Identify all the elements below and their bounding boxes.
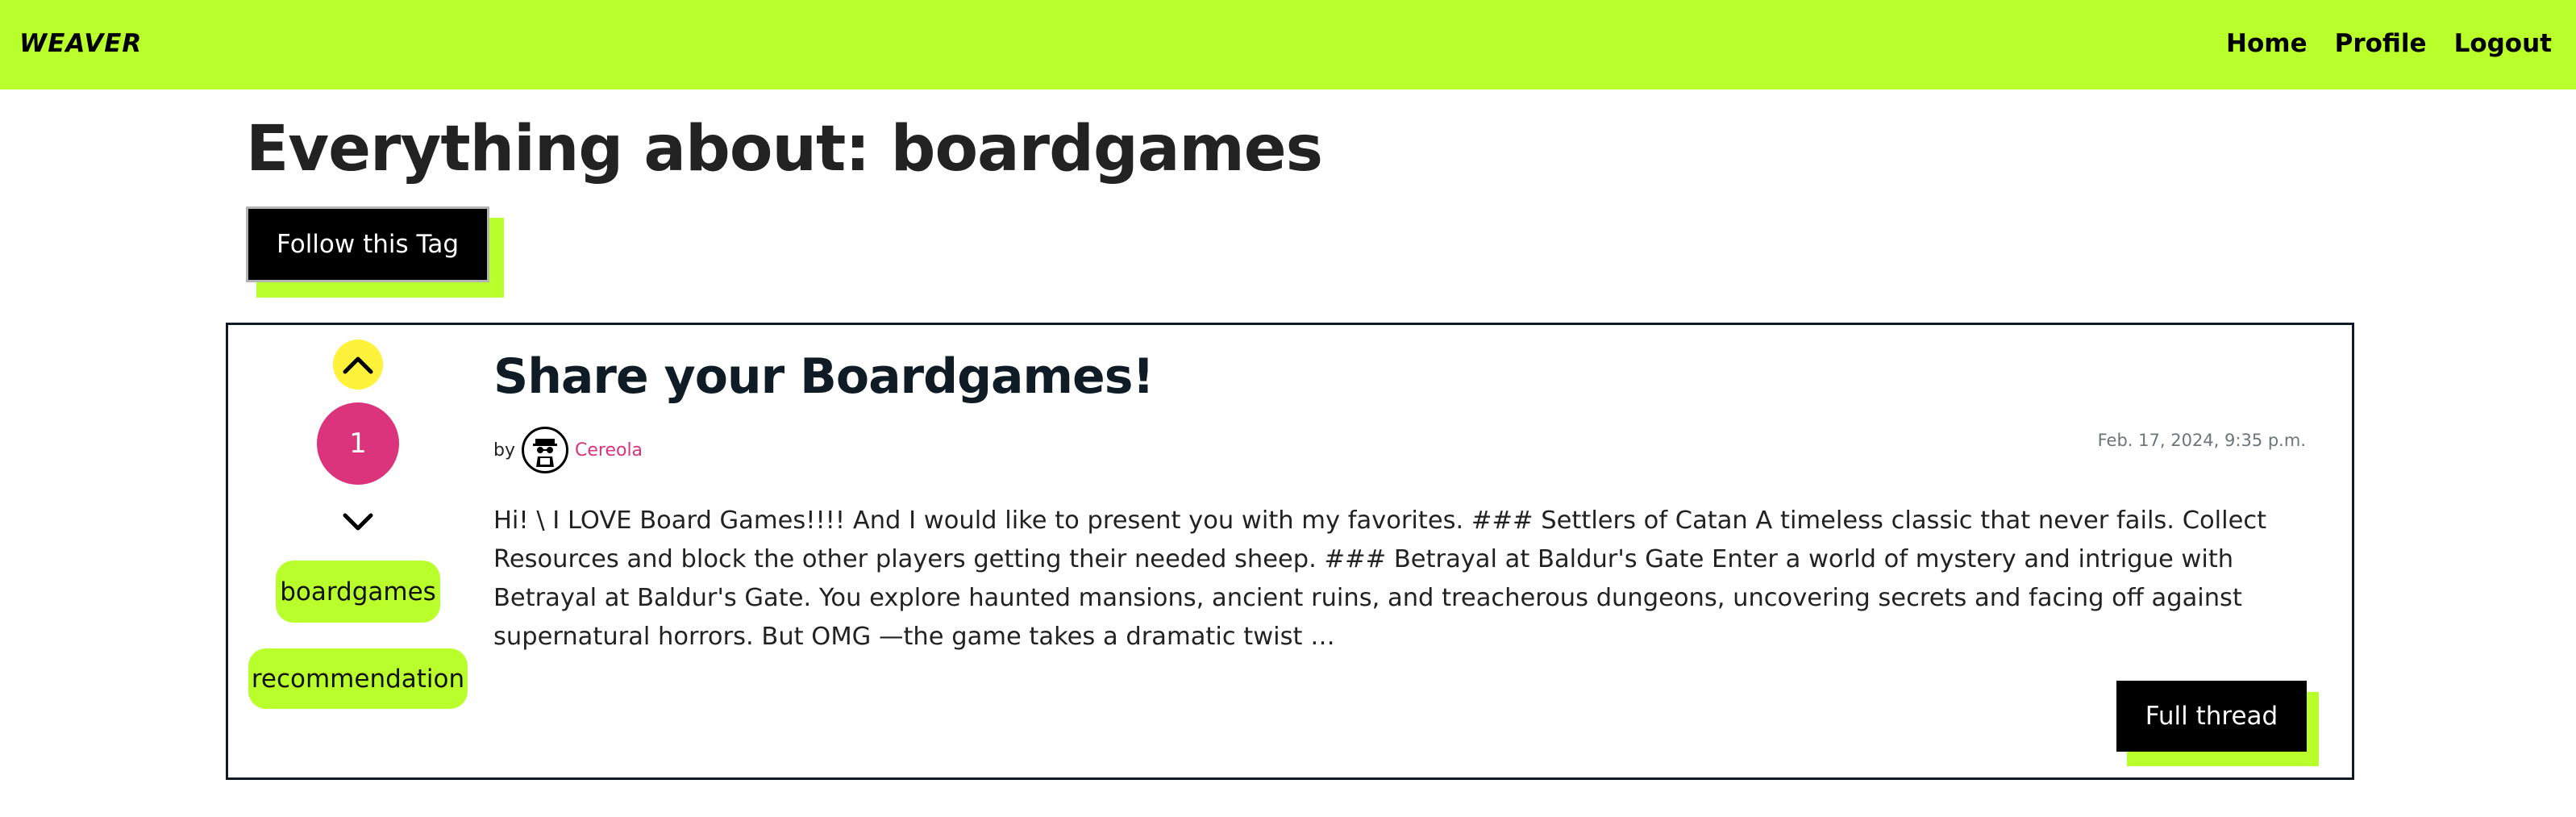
- vote-score-badge: 1: [317, 402, 399, 485]
- nav-links: Home Profile Logout: [2226, 29, 2552, 58]
- nav-home-link[interactable]: Home: [2226, 29, 2308, 58]
- nav-logout-link[interactable]: Logout: [2454, 29, 2552, 58]
- tag-boardgames[interactable]: boardgames: [276, 561, 440, 623]
- brand-logo[interactable]: WEAVER: [19, 29, 142, 58]
- follow-tag-button[interactable]: Follow this Tag: [246, 206, 489, 282]
- tag-recommendation[interactable]: recommendation: [248, 648, 468, 709]
- upvote-button[interactable]: [333, 340, 383, 390]
- downvote-button[interactable]: [333, 498, 383, 548]
- full-thread-button[interactable]: Full thread: [2116, 681, 2307, 752]
- page-title: Everything about: boardgames: [246, 113, 1323, 185]
- thread-title[interactable]: Share your Boardgames!: [493, 348, 1155, 405]
- thread-date: Feb. 17, 2024, 9:35 p.m.: [2097, 431, 2306, 450]
- thread-excerpt: Hi! \ I LOVE Board Games!!!! And I would…: [493, 506, 2267, 651]
- avatar-image: [527, 433, 562, 467]
- user-avatar-icon[interactable]: [521, 427, 568, 473]
- navbar: WEAVER Home Profile Logout: [0, 0, 2576, 90]
- author-link[interactable]: Cereola: [575, 440, 643, 461]
- nav-profile-link[interactable]: Profile: [2335, 29, 2427, 58]
- chevron-down-icon: [343, 513, 373, 531]
- thread-author-row: by Cereola: [493, 426, 643, 474]
- by-label: by: [493, 440, 515, 461]
- chevron-up-icon: [343, 356, 373, 374]
